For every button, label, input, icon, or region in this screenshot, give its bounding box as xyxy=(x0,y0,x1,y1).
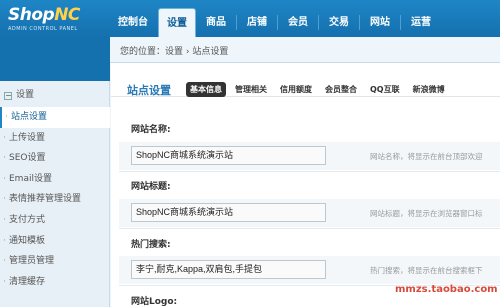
hot-search-label: 热门搜索: xyxy=(131,240,171,250)
nav-divider xyxy=(277,15,278,30)
tab-credit-limit[interactable]: 信用额度 xyxy=(276,82,316,97)
sidebar-item-label: 支付方式 xyxy=(9,214,46,225)
nav-operation[interactable]: 运营 xyxy=(403,8,439,37)
nav-divider xyxy=(359,15,360,30)
tab-qq-connect[interactable]: QQ互联 xyxy=(366,82,404,97)
row-divider xyxy=(119,171,500,172)
logo-text-nc: NC xyxy=(54,5,80,25)
top-header: ShopNC ADMIN CONTROL PANEL 控制台 设置 商品 店铺 … xyxy=(0,0,500,37)
sidebar-item-label: 通知模板 xyxy=(9,235,46,246)
tab-basic-info[interactable]: 基本信息 xyxy=(186,82,226,97)
shopnc-logo: ShopNC ADMIN CONTROL PANEL xyxy=(8,5,80,32)
hot-search-input[interactable]: 李宁,耐克,Kappa,双肩包,手提包 xyxy=(131,260,326,279)
nav-website[interactable]: 网站 xyxy=(362,8,398,37)
sidebar-item-email-settings[interactable]: · Email设置 xyxy=(0,169,110,190)
sidebar-item-label: Email设置 xyxy=(9,173,52,184)
site-title-label: 网站标题: xyxy=(131,182,171,192)
page-title: 站点设置 xyxy=(127,84,171,97)
sidebar-item-payment-methods[interactable]: · 支付方式 xyxy=(0,210,110,231)
sidebar-item-label: SEO设置 xyxy=(9,153,46,164)
sidebar-item-label: 站点设置 xyxy=(11,112,48,122)
sidebar-item-site-settings[interactable]: · 站点设置 xyxy=(0,107,110,128)
top-nav: 控制台 设置 商品 店铺 会员 交易 网站 运营 xyxy=(110,8,441,37)
sidebar-item-seo-settings[interactable]: · SEO设置 xyxy=(0,148,110,169)
hot-search-hint: 热门搜索，将显示在前台搜索框下 xyxy=(370,266,483,275)
tab-member-integration[interactable]: 会员整合 xyxy=(321,82,361,97)
site-title-input[interactable]: ShopNC商城系统演示站 xyxy=(131,203,326,222)
sidebar-item-label: 上传设置 xyxy=(9,132,46,143)
sidebar-item-clear-cache[interactable]: · 清理缓存 xyxy=(0,272,110,293)
watermark-text: mmzs.taobao.com xyxy=(395,284,498,295)
row-divider xyxy=(119,228,500,229)
brand-panel xyxy=(0,37,110,81)
nav-divider xyxy=(400,15,401,30)
settings-tabs: 基本信息 管理相关 信用额度 会员整合 QQ互联 新浪微博 xyxy=(186,82,454,97)
sidebar-group-label: 设置 xyxy=(16,90,35,100)
logo-text-shop: Shop xyxy=(8,5,55,25)
sidebar-list: · 站点设置 · 上传设置 · SEO设置 · Email设置 · 表情推荐管理设置 · 支… xyxy=(0,107,110,292)
sidebar-group-settings[interactable]: − 设置 xyxy=(0,86,110,104)
collapse-icon[interactable]: − xyxy=(4,92,12,100)
site-name-hint: 网站名称，将显示在前台顶部欢迎 xyxy=(370,152,483,161)
nav-divider xyxy=(318,15,319,30)
nav-stores[interactable]: 店铺 xyxy=(239,8,275,37)
site-title-hint: 网站标题，将显示在浏览器窗口标 xyxy=(370,209,483,218)
tab-sina-weibo[interactable]: 新浪微博 xyxy=(409,82,449,97)
sidebar-item-upload-settings[interactable]: · 上传设置 xyxy=(0,128,110,149)
nav-goods[interactable]: 商品 xyxy=(198,8,234,37)
sidebar-item-emoticon-settings[interactable]: · 表情推荐管理设置 xyxy=(0,189,110,210)
breadcrumb: 您的位置：设置 › 站点设置 xyxy=(120,47,229,57)
nav-trade[interactable]: 交易 xyxy=(321,8,357,37)
breadcrumb-bar: 您的位置：设置 › 站点设置 xyxy=(110,37,500,63)
logo-subtitle: ADMIN CONTROL PANEL xyxy=(8,26,78,32)
nav-divider xyxy=(236,15,237,30)
settings-header: 站点设置 基本信息 管理相关 信用额度 会员整合 QQ互联 新浪微博 xyxy=(111,63,500,97)
nav-members[interactable]: 会员 xyxy=(280,8,316,37)
nav-settings[interactable]: 设置 xyxy=(158,8,196,37)
sidebar-item-notification-templates[interactable]: · 通知模板 xyxy=(0,231,110,252)
sidebar-item-label: 管理员管理 xyxy=(9,256,55,267)
sidebar-item-admin-management[interactable]: · 管理员管理 xyxy=(0,251,110,272)
sidebar-item-label: 表情推荐管理设置 xyxy=(9,194,82,205)
site-name-input[interactable]: ShopNC商城系统演示站 xyxy=(131,146,326,165)
sidebar: − 设置 · 站点设置 · 上传设置 · SEO设置 · Email设置 · 表情推荐管理设… xyxy=(0,81,110,307)
site-name-label: 网站名称: xyxy=(131,125,171,135)
site-logo-label: 网站Logo: xyxy=(131,297,178,307)
main-content: 站点设置 基本信息 管理相关 信用额度 会员整合 QQ互联 新浪微博 网站名称:… xyxy=(111,63,500,307)
tab-management[interactable]: 管理相关 xyxy=(231,82,271,97)
sidebar-item-label: 清理缓存 xyxy=(9,276,46,287)
nav-dashboard[interactable]: 控制台 xyxy=(110,8,156,37)
